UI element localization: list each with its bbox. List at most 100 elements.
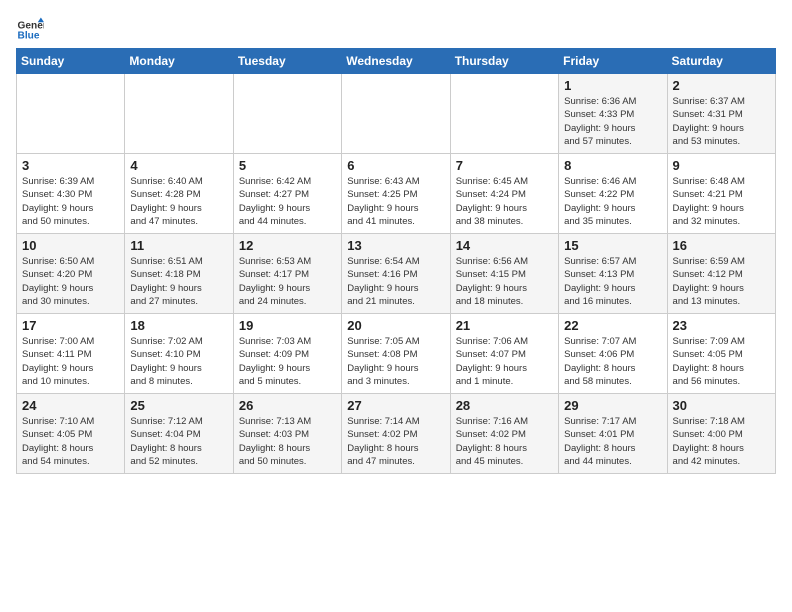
calendar-cell: 13 Sunrise: 6:54 AM Sunset: 4:16 PM Dayli… (342, 234, 450, 314)
calendar-cell: 9 Sunrise: 6:48 AM Sunset: 4:21 PM Daylig… (667, 154, 775, 234)
svg-text:Blue: Blue (18, 31, 40, 42)
page-container: General Blue SundayMondayTuesdayWednesda… (0, 0, 792, 482)
day-number: 6 (347, 158, 444, 173)
calendar-cell: 22Sunrise: 7:07 AM Sunset: 4:06 PM Dayli… (559, 314, 667, 394)
week-row-1: 1 Sunrise: 6:36 AM Sunset: 4:33 PM Daylig… (17, 74, 776, 154)
day-info: Sunrise: 7:18 AM Sunset: 4:00 PM Dayligh… (673, 415, 770, 468)
day-number: 7 (456, 158, 553, 173)
day-number: 26 (239, 398, 336, 413)
calendar-table: SundayMondayTuesdayWednesdayThursdayFrid… (16, 48, 776, 474)
day-number: 5 (239, 158, 336, 173)
day-header-monday: Monday (125, 49, 233, 74)
calendar-cell: 4Sunrise: 6:40 AM Sunset: 4:28 PM Daylig… (125, 154, 233, 234)
calendar-cell: 2 Sunrise: 6:37 AM Sunset: 4:31 PM Daylig… (667, 74, 775, 154)
day-number: 9 (673, 158, 770, 173)
day-number: 2 (673, 78, 770, 93)
calendar-cell: 27 Sunrise: 7:14 AM Sunset: 4:02 PM Dayli… (342, 394, 450, 474)
day-info: Sunrise: 6:42 AM Sunset: 4:27 PM Dayligh… (239, 175, 336, 228)
calendar-cell: 11 Sunrise: 6:51 AM Sunset: 4:18 PM Dayli… (125, 234, 233, 314)
calendar-cell: 5 Sunrise: 6:42 AM Sunset: 4:27 PM Daylig… (233, 154, 341, 234)
day-info: Sunrise: 6:56 AM Sunset: 4:15 PM Dayligh… (456, 255, 553, 308)
day-number: 14 (456, 238, 553, 253)
day-number: 15 (564, 238, 661, 253)
day-header-tuesday: Tuesday (233, 49, 341, 74)
week-row-2: 3 Sunrise: 6:39 AM Sunset: 4:30 PM Daylig… (17, 154, 776, 234)
calendar-cell (450, 74, 558, 154)
day-number: 25 (130, 398, 227, 413)
day-number: 19 (239, 318, 336, 333)
day-number: 21 (456, 318, 553, 333)
calendar-cell: 20 Sunrise: 7:05 AM Sunset: 4:08 PM Dayli… (342, 314, 450, 394)
day-header-saturday: Saturday (667, 49, 775, 74)
day-number: 13 (347, 238, 444, 253)
day-info: Sunrise: 7:00 AM Sunset: 4:11 PM Dayligh… (22, 335, 119, 388)
day-number: 3 (22, 158, 119, 173)
calendar-cell: 28 Sunrise: 7:16 AM Sunset: 4:02 PM Dayli… (450, 394, 558, 474)
calendar-cell (342, 74, 450, 154)
day-info: Sunrise: 6:36 AM Sunset: 4:33 PM Dayligh… (564, 95, 661, 148)
header: General Blue (16, 16, 776, 44)
calendar-cell: 24 Sunrise: 7:10 AM Sunset: 4:05 PM Dayli… (17, 394, 125, 474)
calendar-cell (17, 74, 125, 154)
day-info: Sunrise: 7:10 AM Sunset: 4:05 PM Dayligh… (22, 415, 119, 468)
day-number: 16 (673, 238, 770, 253)
day-info: Sunrise: 6:57 AM Sunset: 4:13 PM Dayligh… (564, 255, 661, 308)
day-number: 10 (22, 238, 119, 253)
day-number: 28 (456, 398, 553, 413)
week-row-5: 24 Sunrise: 7:10 AM Sunset: 4:05 PM Dayli… (17, 394, 776, 474)
day-info: Sunrise: 6:54 AM Sunset: 4:16 PM Dayligh… (347, 255, 444, 308)
day-number: 22 (564, 318, 661, 333)
calendar-cell: 1 Sunrise: 6:36 AM Sunset: 4:33 PM Daylig… (559, 74, 667, 154)
day-info: Sunrise: 7:03 AM Sunset: 4:09 PM Dayligh… (239, 335, 336, 388)
day-header-sunday: Sunday (17, 49, 125, 74)
calendar-cell: 21Sunrise: 7:06 AM Sunset: 4:07 PM Dayli… (450, 314, 558, 394)
calendar-cell: 15 Sunrise: 6:57 AM Sunset: 4:13 PM Dayli… (559, 234, 667, 314)
day-info: Sunrise: 7:17 AM Sunset: 4:01 PM Dayligh… (564, 415, 661, 468)
day-number: 1 (564, 78, 661, 93)
day-info: Sunrise: 6:37 AM Sunset: 4:31 PM Dayligh… (673, 95, 770, 148)
day-number: 23 (673, 318, 770, 333)
day-info: Sunrise: 7:14 AM Sunset: 4:02 PM Dayligh… (347, 415, 444, 468)
day-header-thursday: Thursday (450, 49, 558, 74)
day-header-friday: Friday (559, 49, 667, 74)
calendar-cell: 7 Sunrise: 6:45 AM Sunset: 4:24 PM Daylig… (450, 154, 558, 234)
day-info: Sunrise: 6:39 AM Sunset: 4:30 PM Dayligh… (22, 175, 119, 228)
header-row: SundayMondayTuesdayWednesdayThursdayFrid… (17, 49, 776, 74)
day-info: Sunrise: 7:13 AM Sunset: 4:03 PM Dayligh… (239, 415, 336, 468)
calendar-cell: 3 Sunrise: 6:39 AM Sunset: 4:30 PM Daylig… (17, 154, 125, 234)
day-info: Sunrise: 6:45 AM Sunset: 4:24 PM Dayligh… (456, 175, 553, 228)
day-number: 8 (564, 158, 661, 173)
calendar-cell: 8Sunrise: 6:46 AM Sunset: 4:22 PM Daylig… (559, 154, 667, 234)
week-row-3: 10Sunrise: 6:50 AM Sunset: 4:20 PM Dayli… (17, 234, 776, 314)
day-info: Sunrise: 7:12 AM Sunset: 4:04 PM Dayligh… (130, 415, 227, 468)
calendar-cell: 26 Sunrise: 7:13 AM Sunset: 4:03 PM Dayli… (233, 394, 341, 474)
day-info: Sunrise: 6:48 AM Sunset: 4:21 PM Dayligh… (673, 175, 770, 228)
day-info: Sunrise: 6:59 AM Sunset: 4:12 PM Dayligh… (673, 255, 770, 308)
day-number: 11 (130, 238, 227, 253)
calendar-cell: 17 Sunrise: 7:00 AM Sunset: 4:11 PM Dayli… (17, 314, 125, 394)
calendar-cell: 18Sunrise: 7:02 AM Sunset: 4:10 PM Dayli… (125, 314, 233, 394)
day-number: 27 (347, 398, 444, 413)
day-info: Sunrise: 7:05 AM Sunset: 4:08 PM Dayligh… (347, 335, 444, 388)
calendar-cell: 25 Sunrise: 7:12 AM Sunset: 4:04 PM Dayli… (125, 394, 233, 474)
day-number: 24 (22, 398, 119, 413)
day-number: 4 (130, 158, 227, 173)
calendar-cell: 14 Sunrise: 6:56 AM Sunset: 4:15 PM Dayli… (450, 234, 558, 314)
day-number: 30 (673, 398, 770, 413)
day-number: 18 (130, 318, 227, 333)
calendar-cell: 23Sunrise: 7:09 AM Sunset: 4:05 PM Dayli… (667, 314, 775, 394)
day-info: Sunrise: 6:43 AM Sunset: 4:25 PM Dayligh… (347, 175, 444, 228)
day-number: 17 (22, 318, 119, 333)
calendar-cell: 30 Sunrise: 7:18 AM Sunset: 4:00 PM Dayli… (667, 394, 775, 474)
day-number: 20 (347, 318, 444, 333)
calendar-cell: 6 Sunrise: 6:43 AM Sunset: 4:25 PM Daylig… (342, 154, 450, 234)
day-header-wednesday: Wednesday (342, 49, 450, 74)
calendar-cell: 12Sunrise: 6:53 AM Sunset: 4:17 PM Dayli… (233, 234, 341, 314)
logo-icon: General Blue (16, 16, 44, 44)
calendar-cell (125, 74, 233, 154)
calendar-cell (233, 74, 341, 154)
day-info: Sunrise: 7:16 AM Sunset: 4:02 PM Dayligh… (456, 415, 553, 468)
week-row-4: 17 Sunrise: 7:00 AM Sunset: 4:11 PM Dayli… (17, 314, 776, 394)
day-info: Sunrise: 6:51 AM Sunset: 4:18 PM Dayligh… (130, 255, 227, 308)
calendar-cell: 19 Sunrise: 7:03 AM Sunset: 4:09 PM Dayli… (233, 314, 341, 394)
